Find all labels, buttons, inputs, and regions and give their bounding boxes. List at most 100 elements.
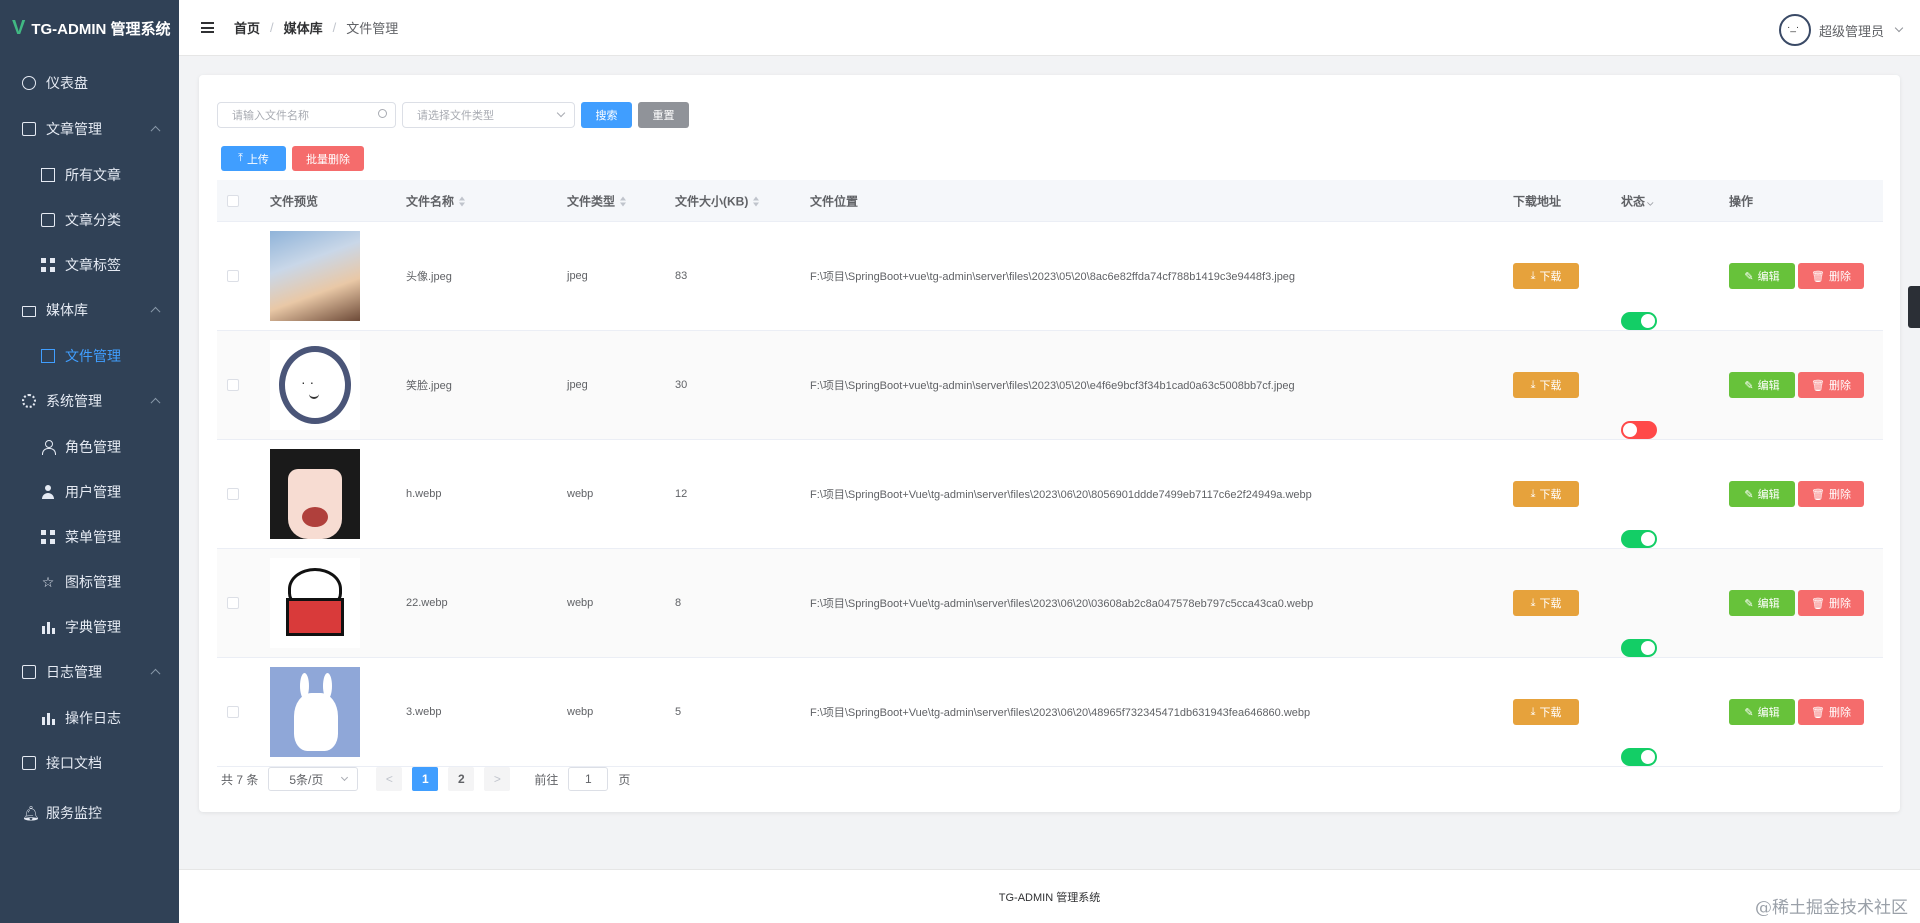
chevron-down-icon[interactable] — [1894, 23, 1904, 33]
prev-page-button[interactable]: < — [376, 767, 403, 791]
col-type[interactable]: 文件类型 — [567, 192, 627, 209]
sidebar-item-article-category[interactable]: 文章分类 — [0, 197, 179, 242]
sidebar-item-users[interactable]: 用户管理 — [0, 469, 179, 514]
download-button[interactable]: ⤓ 下载 — [1513, 372, 1579, 398]
sidebar-item-system[interactable]: 系统管理 — [0, 378, 179, 424]
sidebar-item-roles[interactable]: 角色管理 — [0, 424, 179, 469]
page-2-button[interactable]: 2 — [448, 767, 475, 791]
file-name-search-input[interactable]: 请输入文件名称 — [217, 102, 396, 128]
download-icon: ⤓ — [1530, 705, 1536, 718]
col-size[interactable]: 文件大小(KB) — [675, 192, 760, 209]
row-checkbox[interactable] — [227, 597, 239, 609]
file-thumbnail[interactable] — [270, 449, 360, 539]
edit-button[interactable]: ✎ 编辑 — [1729, 481, 1795, 507]
sidebar-item-icons[interactable]: ☆ 图标管理 — [0, 559, 179, 604]
sidebar-item-all-articles[interactable]: 所有文章 — [0, 152, 179, 197]
sidebar-item-file-management[interactable]: 文件管理 — [0, 333, 179, 378]
status-toggle[interactable] — [1621, 312, 1657, 330]
sidebar-item-label: 所有文章 — [65, 166, 121, 183]
edit-button[interactable]: ✎ 编辑 — [1729, 590, 1795, 616]
batch-delete-button[interactable]: 批量删除 — [292, 146, 364, 171]
file-preview[interactable] — [270, 231, 360, 321]
edit-button[interactable]: ✎ 编辑 — [1729, 263, 1795, 289]
file-name: 22.webp — [406, 597, 448, 609]
log-icon — [22, 665, 36, 679]
download-button[interactable]: ⤓ 下载 — [1513, 699, 1579, 725]
page-1-button[interactable]: 1 — [412, 767, 439, 791]
delete-label: 删除 — [1828, 271, 1851, 283]
edit-icon: ✎ — [1744, 488, 1754, 501]
file-type-placeholder: 请选择文件类型 — [417, 110, 494, 122]
status-toggle[interactable] — [1621, 530, 1657, 548]
hamburger-icon[interactable] — [201, 22, 214, 33]
sidebar-item-logs[interactable]: 日志管理 — [0, 649, 179, 695]
file-type-select[interactable]: 请选择文件类型 — [402, 102, 575, 128]
pagination: 共 7 条 5条/页 < 1 2 > 前往 1 页 — [221, 767, 630, 791]
filter-chevron-icon[interactable]: ⌵ — [1645, 198, 1653, 207]
status-toggle[interactable] — [1621, 748, 1657, 766]
edit-button[interactable]: ✎ 编辑 — [1729, 699, 1795, 725]
search-button[interactable]: 搜索 — [581, 102, 632, 128]
download-button[interactable]: ⤓ 下载 — [1513, 590, 1579, 616]
next-page-button[interactable]: > — [484, 767, 511, 791]
sidebar-item-api-docs[interactable]: 接口文档 — [0, 740, 179, 786]
download-button[interactable]: ⤓ 下载 — [1513, 263, 1579, 289]
app-logo[interactable]: V TG-ADMIN 管理系统 — [0, 0, 179, 56]
sidebar-item-monitor[interactable]: 🔔︎ 服务监控 — [0, 790, 179, 836]
file-thumbnail[interactable] — [270, 667, 360, 757]
breadcrumb: 首页 / 媒体库 / 文件管理 — [234, 18, 398, 37]
chevron-up-icon — [150, 397, 161, 408]
user-menu[interactable]: 超级管理员 — [1778, 14, 1904, 46]
select-all-checkbox[interactable] — [227, 194, 239, 207]
edit-icon: ✎ — [1744, 706, 1754, 719]
sort-icon[interactable] — [620, 196, 627, 207]
delete-button[interactable]: 🗑︎ 删除 — [1798, 590, 1864, 616]
sidebar-item-media[interactable]: 媒体库 — [0, 287, 179, 333]
col-status[interactable]: 状态 ⌵ — [1621, 192, 1653, 209]
file-type: webp — [567, 706, 594, 718]
edit-button[interactable]: ✎ 编辑 — [1729, 372, 1795, 398]
file-thumbnail[interactable] — [270, 558, 360, 648]
sidebar-item-operation-log[interactable]: 操作日志 — [0, 695, 179, 740]
file-thumbnail[interactable] — [270, 340, 360, 430]
breadcrumb-separator: / — [332, 20, 337, 35]
download-button[interactable]: ⤓ 下载 — [1513, 481, 1579, 507]
breadcrumb-media[interactable]: 媒体库 — [284, 18, 323, 37]
file-preview[interactable] — [270, 558, 360, 648]
file-path: F:\项目\SpringBoot+Vue\tg-admin\server\fil… — [810, 707, 1311, 719]
sort-icon[interactable] — [459, 196, 466, 207]
sidebar-item-dashboard[interactable]: 仪表盘 — [0, 60, 179, 106]
file-preview[interactable] — [270, 449, 360, 539]
delete-button[interactable]: 🗑︎ 删除 — [1798, 699, 1864, 725]
file-preview[interactable] — [270, 340, 360, 430]
file-preview[interactable] — [270, 667, 360, 757]
user-name[interactable]: 超级管理员 — [1819, 21, 1884, 40]
page-size-select[interactable]: 5条/页 — [268, 767, 359, 791]
avatar[interactable] — [1778, 14, 1811, 46]
delete-button[interactable]: 🗑︎ 删除 — [1798, 263, 1864, 289]
delete-label: 删除 — [1828, 707, 1851, 719]
breadcrumb-home[interactable]: 首页 — [234, 18, 260, 37]
row-checkbox[interactable] — [227, 488, 239, 500]
file-thumbnail[interactable] — [270, 231, 360, 321]
reset-button[interactable]: 重置 — [638, 102, 689, 128]
row-checkbox[interactable] — [227, 270, 239, 282]
delete-button[interactable]: 🗑︎ 删除 — [1798, 372, 1864, 398]
sort-icon[interactable] — [753, 196, 760, 207]
chevron-up-icon — [150, 125, 161, 136]
col-name[interactable]: 文件名称 — [406, 192, 466, 209]
status-toggle[interactable] — [1621, 639, 1657, 657]
col-type-label: 文件类型 — [567, 194, 616, 208]
sidebar-item-article-tags[interactable]: 文章标签 — [0, 242, 179, 287]
sidebar-item-menus[interactable]: 菜单管理 — [0, 514, 179, 559]
row-checkbox[interactable] — [227, 379, 239, 391]
sidebar-item-dictionary[interactable]: 字典管理 — [0, 604, 179, 649]
row-checkbox[interactable] — [227, 706, 239, 718]
sidebar-item-articles[interactable]: 文章管理 — [0, 106, 179, 152]
upload-button[interactable]: ⤒ 上传 — [221, 146, 286, 171]
goto-page-input[interactable]: 1 — [568, 767, 609, 791]
col-location: 文件位置 — [810, 194, 859, 208]
side-drawer-handle[interactable] — [1908, 286, 1920, 328]
delete-button[interactable]: 🗑︎ 删除 — [1798, 481, 1864, 507]
status-toggle[interactable] — [1621, 421, 1657, 439]
